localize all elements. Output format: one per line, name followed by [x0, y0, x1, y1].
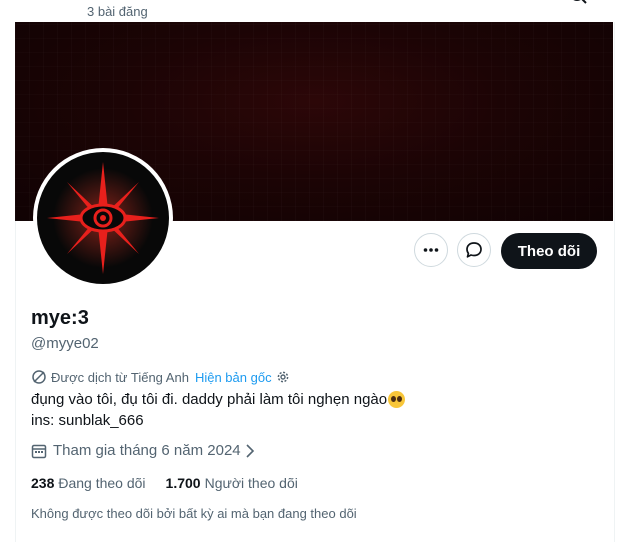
- display-name: mye:3: [31, 307, 89, 329]
- show-original-link[interactable]: Hiện bản gốc: [195, 370, 272, 385]
- back-arrow-icon[interactable]: [28, 0, 48, 8]
- bio-line: đụng vào tôi, đụ tôi đi. daddy phải làm …: [31, 391, 406, 408]
- pleading-face-emoji-icon: [388, 391, 406, 408]
- follow-stats: 238 Đang theo dõi 1.700 Người theo dõi: [31, 475, 318, 491]
- red-star-eye-icon: [47, 162, 159, 274]
- chevron-right-icon: [246, 443, 254, 458]
- join-date-label: Tham gia tháng 6 năm 2024: [53, 442, 241, 459]
- message-button[interactable]: [457, 233, 491, 267]
- bio-text: đụng vào tôi, đụ tôi đi. daddy phải làm …: [31, 391, 388, 408]
- followers-count: 1.700: [165, 475, 201, 491]
- top-bar: 3 bài đăng: [0, 0, 644, 22]
- user-handle: @myye02: [31, 335, 99, 352]
- search-icon[interactable]: [568, 0, 588, 8]
- follow-button[interactable]: Theo dõi: [501, 233, 597, 269]
- translated-from-label: Được dịch từ Tiếng Anh: [51, 369, 189, 385]
- more-button[interactable]: [414, 233, 448, 267]
- followers-stat[interactable]: 1.700 Người theo dõi: [166, 475, 298, 491]
- not-followed-note: Không được theo dõi bởi bất kỳ ai mà bạn…: [31, 506, 357, 521]
- following-stat[interactable]: 238 Đang theo dõi: [31, 475, 146, 491]
- translate-icon: [32, 370, 46, 384]
- message-bubble-icon: [466, 242, 482, 258]
- join-date[interactable]: Tham gia tháng 6 năm 2024: [31, 442, 261, 459]
- post-count: 3 bài đăng: [87, 4, 148, 19]
- calendar-icon: [31, 444, 47, 458]
- more-horizontal-icon: [423, 248, 439, 252]
- bio-instagram: ins: sunblak_666: [31, 412, 144, 429]
- gear-icon[interactable]: [276, 370, 290, 384]
- followers-label: Người theo dõi: [204, 475, 298, 491]
- following-label: Đang theo dõi: [58, 475, 146, 491]
- avatar[interactable]: [33, 148, 173, 288]
- translation-notice: Được dịch từ Tiếng Anh Hiện bản gốc: [31, 368, 290, 386]
- following-count: 238: [31, 475, 55, 491]
